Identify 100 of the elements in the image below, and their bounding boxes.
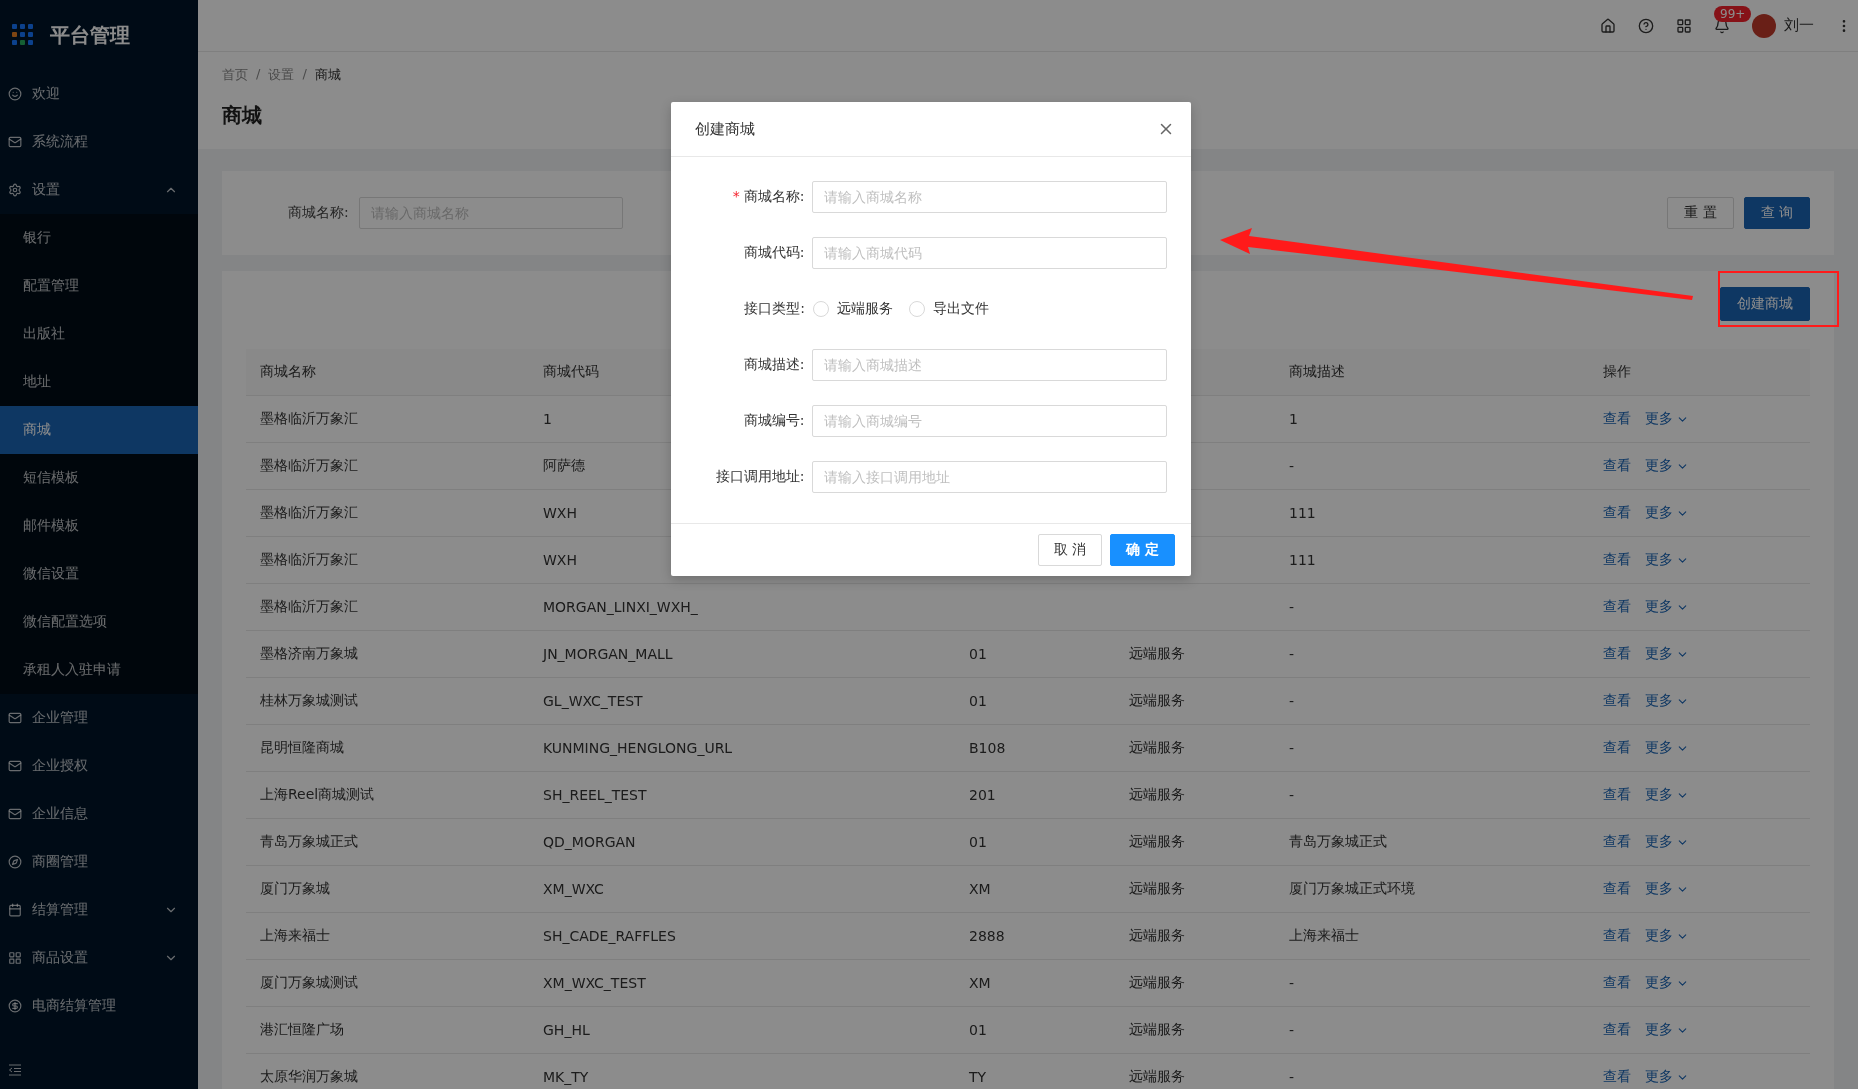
more-link[interactable]: 更多: [1645, 739, 1689, 757]
sidebar-item[interactable]: 邮件模板: [0, 502, 198, 550]
breadcrumb-link[interactable]: 设置: [268, 66, 295, 84]
dialog-title: 创建商城: [695, 119, 755, 139]
more-link[interactable]: 更多: [1645, 692, 1689, 710]
more-link[interactable]: 更多: [1645, 551, 1689, 569]
view-link[interactable]: 查看: [1603, 1021, 1631, 1039]
more-link[interactable]: 更多: [1645, 927, 1689, 945]
view-link[interactable]: 查看: [1603, 410, 1631, 428]
sidebar-item[interactable]: 设置: [0, 166, 198, 214]
more-link[interactable]: 更多: [1645, 1068, 1689, 1086]
more-link[interactable]: 更多: [1645, 645, 1689, 663]
sidebar-item[interactable]: 企业授权: [0, 742, 198, 790]
sidebar-item[interactable]: 电商结算管理: [0, 982, 198, 1030]
confirm-button[interactable]: 确 定: [1110, 534, 1175, 566]
more-link[interactable]: 更多: [1645, 410, 1689, 428]
table-cell: 201: [955, 772, 1115, 819]
table-cell: GL_WXC_TEST: [529, 678, 955, 725]
sidebar-item[interactable]: 配置管理: [0, 262, 198, 310]
view-link[interactable]: 查看: [1603, 598, 1631, 616]
user-name[interactable]: 刘一: [1784, 16, 1814, 35]
query-button[interactable]: 查 询: [1743, 197, 1810, 229]
view-link[interactable]: 查看: [1603, 551, 1631, 569]
table-cell: 远端服务: [1115, 819, 1275, 866]
sidebar-item[interactable]: 企业管理: [0, 694, 198, 742]
sidebar-item[interactable]: 银行: [0, 214, 198, 262]
view-link[interactable]: 查看: [1603, 927, 1631, 945]
sidebar-item[interactable]: 结算管理: [0, 886, 198, 934]
sidebar-item[interactable]: 微信配置选项: [0, 598, 198, 646]
sidebar-item[interactable]: 出版社: [0, 310, 198, 358]
view-link[interactable]: 查看: [1603, 880, 1631, 898]
view-link[interactable]: 查看: [1603, 739, 1631, 757]
radio-option[interactable]: 远端服务: [813, 300, 893, 318]
table-cell: 青岛万象城正式: [1275, 819, 1589, 866]
table-cell: -: [1275, 725, 1589, 772]
sidebar-item[interactable]: 地址: [0, 358, 198, 406]
more-link[interactable]: 更多: [1645, 457, 1689, 475]
view-link[interactable]: 查看: [1603, 457, 1631, 475]
input-field[interactable]: 请输入商城编号: [812, 405, 1167, 437]
view-link[interactable]: 查看: [1603, 692, 1631, 710]
table-cell: 桂林万象城测试: [246, 678, 529, 725]
view-link[interactable]: 查看: [1603, 786, 1631, 804]
help-icon[interactable]: [1638, 17, 1654, 34]
more-link[interactable]: 更多: [1645, 1021, 1689, 1039]
more-link[interactable]: 更多: [1645, 974, 1689, 992]
input-field[interactable]: 请输入商城代码: [812, 237, 1167, 269]
table-cell: SH_REEL_TEST: [529, 772, 955, 819]
table-cell: 远端服务: [1115, 960, 1275, 1007]
view-link[interactable]: 查看: [1603, 833, 1631, 851]
table-cell: 墨格临沂万象汇: [246, 443, 529, 490]
home-icon[interactable]: [1600, 17, 1616, 34]
sidebar-item[interactable]: 欢迎: [0, 70, 198, 118]
sidebar-item[interactable]: 承租人入驻申请: [0, 646, 198, 694]
table-cell: -: [1275, 584, 1589, 631]
input-field[interactable]: 请输入商城描述: [812, 349, 1167, 381]
sidebar-item[interactable]: 企业信息: [0, 790, 198, 838]
more-link[interactable]: 更多: [1645, 786, 1689, 804]
table-cell: 昆明恒隆商城: [246, 725, 529, 772]
required-mark: *: [732, 188, 740, 204]
more-link[interactable]: 更多: [1645, 504, 1689, 522]
table-cell: KUNMING_HENGLONG_URL: [529, 725, 955, 772]
table-cell: 1: [1275, 396, 1589, 443]
table-cell: XM: [955, 866, 1115, 913]
table-cell: XM_WXC_TEST: [529, 960, 955, 1007]
cancel-button[interactable]: 取 消: [1037, 534, 1103, 566]
avatar[interactable]: [1752, 13, 1776, 38]
input-field[interactable]: 请输入商城名称: [812, 181, 1167, 213]
view-link[interactable]: 查看: [1603, 645, 1631, 663]
table-cell: -: [1275, 772, 1589, 819]
view-link[interactable]: 查看: [1603, 504, 1631, 522]
breadcrumb-separator: /: [256, 66, 261, 83]
table-cell: -: [1275, 443, 1589, 490]
table-cell: 远端服务: [1115, 866, 1275, 913]
table-cell: 远端服务: [1115, 631, 1275, 678]
table-cell: -: [1275, 1007, 1589, 1054]
grid-icon[interactable]: [1676, 17, 1692, 34]
breadcrumb-link[interactable]: 商城: [314, 66, 341, 84]
table-cell: 111: [1275, 490, 1589, 537]
reset-button[interactable]: 重 置: [1667, 197, 1734, 229]
view-link[interactable]: 查看: [1603, 1068, 1631, 1086]
sidebar-item[interactable]: 系统流程: [0, 118, 198, 166]
sidebar-item[interactable]: 微信设置: [0, 550, 198, 598]
sidebar-item[interactable]: 商城: [0, 406, 198, 454]
more-link[interactable]: 更多: [1645, 833, 1689, 851]
sidebar-item[interactable]: 商圈管理: [0, 838, 198, 886]
breadcrumb-link[interactable]: 首页: [222, 66, 248, 84]
more-link[interactable]: 更多: [1645, 598, 1689, 616]
table-cell: SH_CADE_RAFFLES: [529, 913, 955, 960]
table-cell: 111: [1275, 537, 1589, 584]
view-link[interactable]: 查看: [1603, 974, 1631, 992]
collapse-icon[interactable]: [8, 1064, 22, 1076]
radio-option[interactable]: 导出文件: [909, 300, 989, 318]
table-cell: 01: [955, 631, 1115, 678]
table-cell: 厦门万象城测试: [246, 960, 529, 1007]
create-button[interactable]: 创建商城: [1720, 287, 1810, 321]
table-cell: JN_MORGAN_MALL: [529, 631, 955, 678]
field-label: 商城代码:: [743, 244, 805, 260]
sidebar-item[interactable]: 商品设置: [0, 934, 198, 982]
more-link[interactable]: 更多: [1645, 880, 1689, 898]
sidebar-item[interactable]: 短信模板: [0, 454, 198, 502]
